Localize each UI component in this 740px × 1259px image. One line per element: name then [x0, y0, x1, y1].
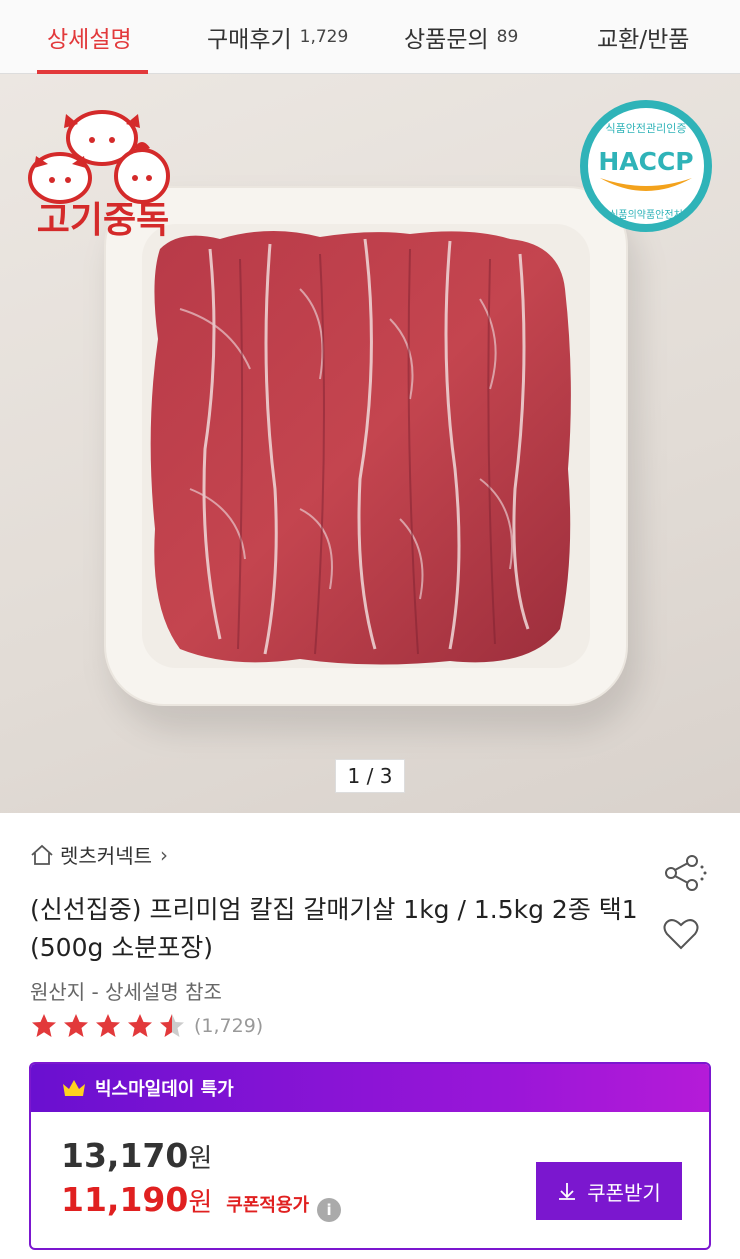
heart-icon[interactable] [662, 915, 700, 953]
svg-text:식품의약품안전처: 식품의약품안전처 [609, 209, 683, 221]
star-rating [32, 1014, 184, 1037]
tab-label: 구매후기 [207, 27, 292, 53]
tab-details[interactable]: 상세설명 [47, 0, 132, 74]
product-origin: 원산지 - 상세설명 참조 [30, 980, 222, 1004]
star-icon [128, 1014, 152, 1037]
coupon-price-note: 쿠폰적용가 [226, 1195, 310, 1216]
rating[interactable]: (1,729) [30, 1012, 263, 1040]
tab-label: 교환/반품 [597, 27, 690, 53]
svg-text:HACCP: HACCP [598, 147, 693, 176]
promo-header: 빅스마일데이 특가 [31, 1064, 709, 1112]
currency-unit: 원 [188, 1188, 213, 1218]
info-icon[interactable]: i [317, 1198, 342, 1222]
rating-count: (1,729) [194, 1015, 264, 1037]
download-icon [559, 1183, 576, 1200]
get-coupon-button[interactable]: 쿠폰받기 [536, 1162, 682, 1220]
share-icon[interactable] [662, 853, 708, 893]
tab-count: 1,729 [299, 27, 349, 47]
star-icon [32, 1014, 56, 1037]
coupon-button-label: 쿠폰받기 [587, 1182, 661, 1205]
sale-price: 11,190 원 쿠폰적용가 i [61, 1180, 342, 1222]
star-icon [160, 1014, 184, 1037]
seller-link[interactable]: 렛츠커넥트 › [30, 840, 168, 869]
tab-reviews[interactable]: 구매후기 1,729 [207, 0, 348, 74]
tab-bar: 상세설명 구매후기 1,729 상품문의 89 교환/반품 [0, 0, 740, 74]
original-price: 13,170원 [61, 1136, 212, 1175]
haccp-badge: 식품안전관리인증 HACCP 식품의약품안전처 [580, 100, 712, 232]
tab-returns[interactable]: 교환/반품 [597, 0, 689, 74]
home-icon [31, 844, 53, 865]
meat-illustration [150, 230, 571, 665]
original-price-value: 13,170 [61, 1136, 189, 1175]
tab-count: 89 [496, 27, 519, 47]
promo-box: 빅스마일데이 특가 13,170원 11,190 원 쿠폰적용가 i 쿠폰받기 [29, 1062, 711, 1250]
star-icon [96, 1014, 120, 1037]
svg-text:식품안전관리인증: 식품안전관리인증 [606, 122, 687, 135]
product-image-carousel[interactable]: 고기중독 식품안전관리인증 HACCP 식품의약품안전처 1 / 3 [0, 74, 740, 813]
svg-text:고기중독: 고기중독 [37, 200, 169, 238]
promo-label: 빅스마일데이 특가 [95, 1079, 234, 1100]
seller-name: 렛츠커넥트 [60, 844, 152, 868]
tab-inquiries[interactable]: 상품문의 89 [404, 0, 518, 74]
star-icon [64, 1014, 88, 1037]
brand-logo: 고기중독 [28, 110, 170, 238]
crown-icon [63, 1080, 85, 1096]
currency-unit: 원 [188, 1144, 213, 1174]
image-counter: 1 / 3 [335, 759, 405, 793]
sale-price-value: 11,190 [61, 1180, 189, 1219]
product-title: (신선집중) 프리미엄 칼집 갈매기살 1kg / 1.5kg 2종 택1 (5… [30, 895, 638, 962]
tab-label: 상세설명 [47, 27, 132, 53]
chevron-right-icon: › [160, 842, 168, 867]
tab-label: 상품문의 [404, 27, 489, 53]
